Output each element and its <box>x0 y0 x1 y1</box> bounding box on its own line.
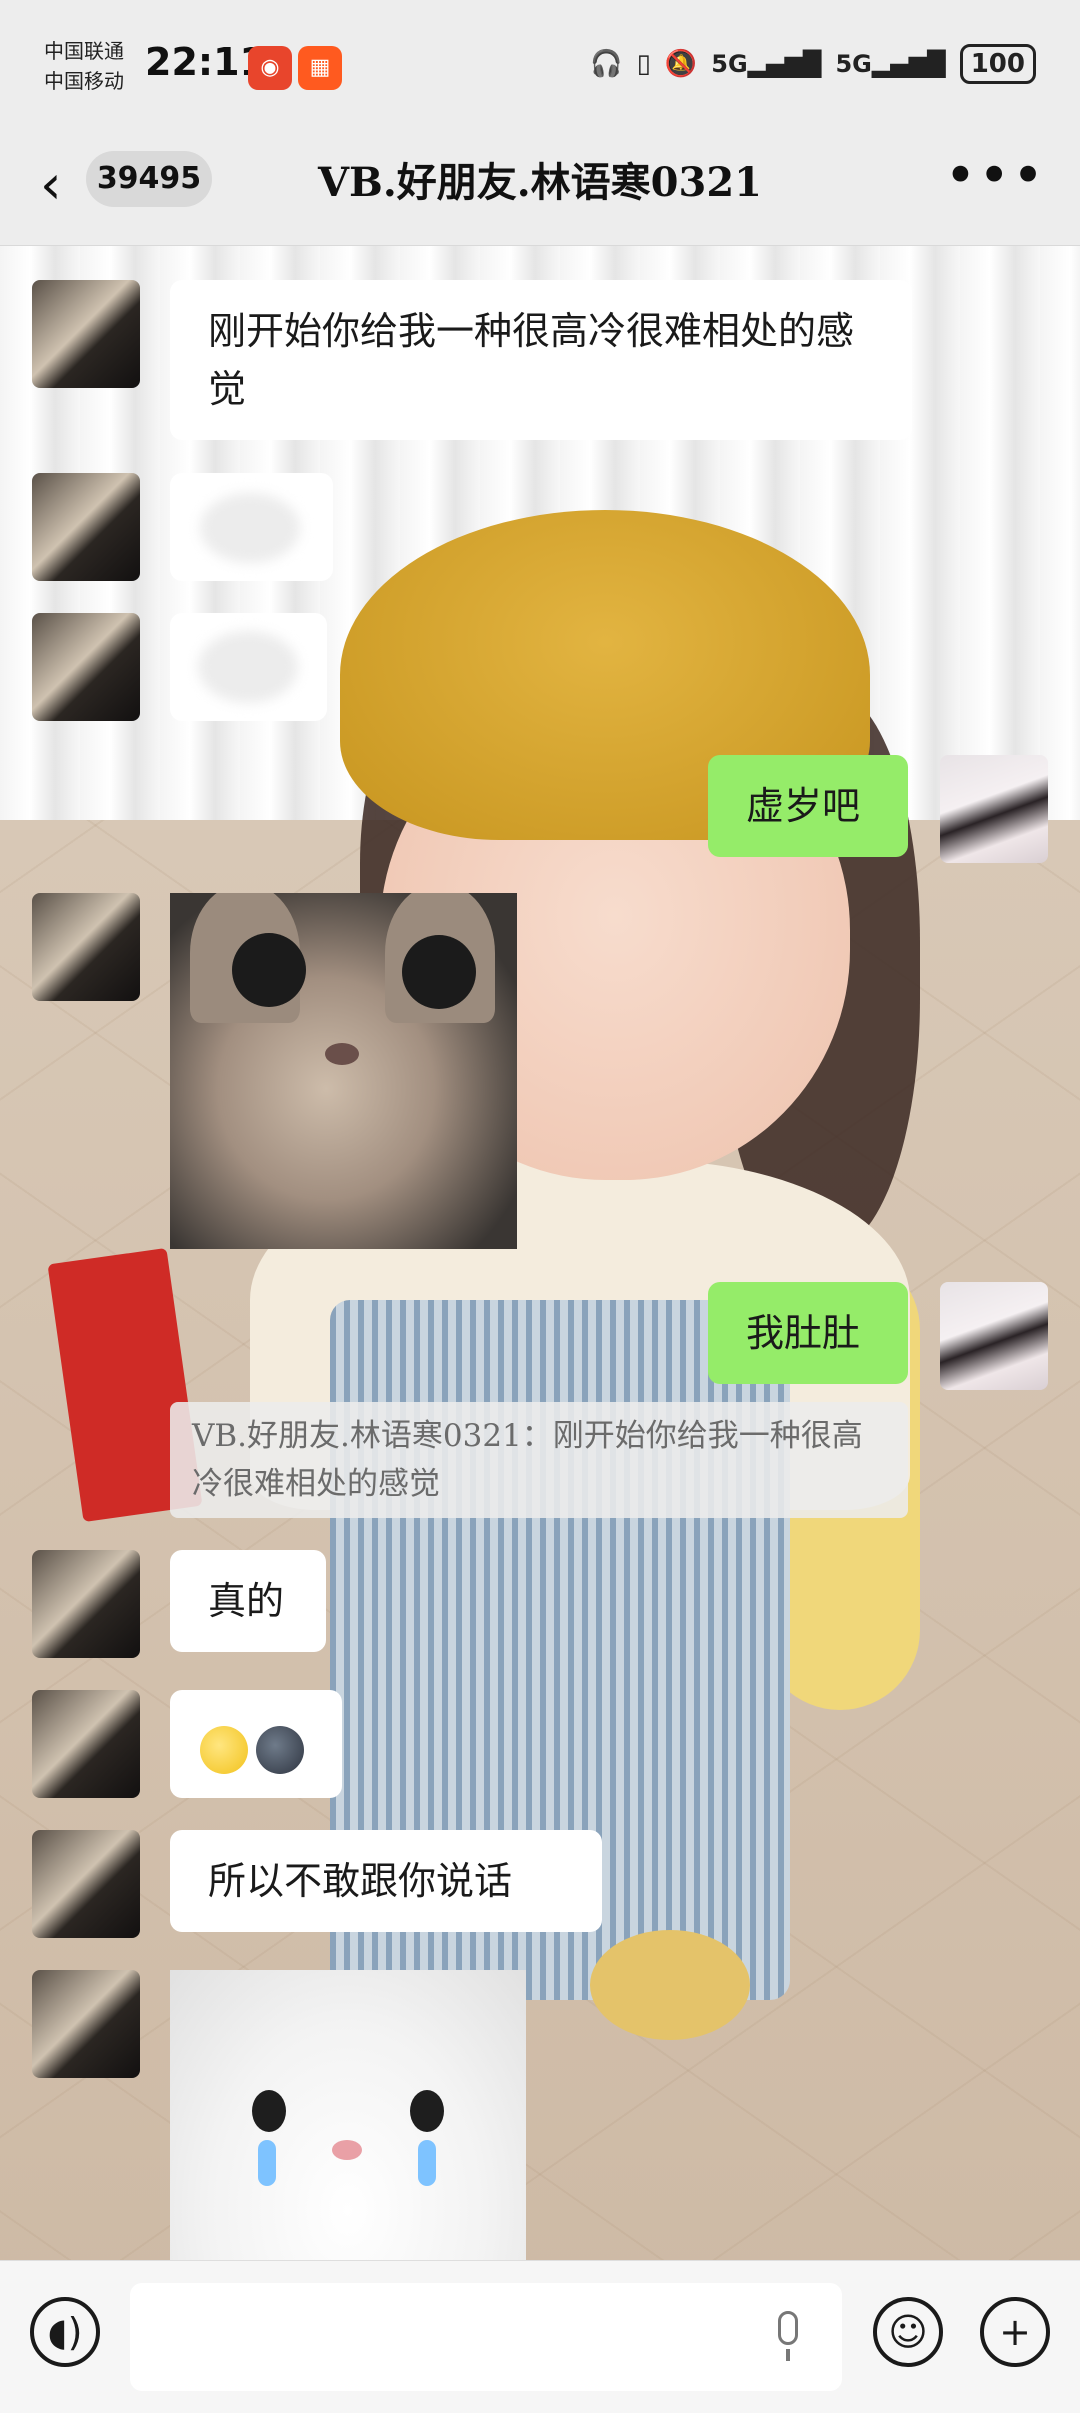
vibrate-icon: ▯ <box>636 49 651 79</box>
my-avatar[interactable] <box>940 755 1048 863</box>
message-list[interactable]: 刚开始你给我一种很高冷很难相处的感觉 虚岁吧 我肚肚 VB.好朋友.林语寒032… <box>0 245 1080 2260</box>
cat-photo-message[interactable] <box>170 893 517 1249</box>
unread-count-badge[interactable]: 39495 <box>86 151 212 207</box>
message-text: 虚岁吧 <box>746 784 861 828</box>
more-options-icon[interactable]: ••• <box>944 144 1046 207</box>
message-bubble-sent[interactable]: 虚岁吧 <box>708 755 908 857</box>
app-notification-icon: ▦ <box>298 46 342 90</box>
full-moon-face-icon <box>200 1725 248 1774</box>
message-bubble-received[interactable]: 所以不敢跟你说话 <box>170 1830 602 1932</box>
contact-avatar[interactable] <box>32 1550 140 1658</box>
quoted-reply[interactable]: VB.好朋友.林语寒0321：刚开始你给我一种很高冷很难相处的感觉 <box>170 1402 908 1518</box>
message-text: 真的 <box>208 1579 285 1623</box>
message-bubble-sent[interactable]: 我肚肚 <box>708 1282 908 1384</box>
crying-rabbit-sticker[interactable] <box>170 1970 526 2260</box>
chat-title: VB.好朋友.林语寒0321 <box>317 159 763 206</box>
contact-avatar[interactable] <box>32 1830 140 1938</box>
microphone-icon[interactable] <box>770 2311 806 2363</box>
new-moon-face-icon <box>256 1725 304 1774</box>
carrier-2: 中国移动 <box>44 69 124 93</box>
signal-2: 5G▂▄▆█ <box>835 50 946 78</box>
contact-avatar[interactable] <box>32 280 140 388</box>
message-bubble-received[interactable]: 刚开始你给我一种很高冷很难相处的感觉 <box>170 280 912 440</box>
voice-input-icon[interactable]: ◖) <box>30 2297 100 2367</box>
contact-avatar[interactable] <box>32 1690 140 1798</box>
message-bubble-received[interactable]: 真的 <box>170 1550 326 1652</box>
message-bubble-emoji[interactable] <box>170 1690 342 1798</box>
input-bar: ◖) ☺ + <box>0 2260 1080 2413</box>
message-bubble-blurred[interactable] <box>170 613 327 721</box>
carrier-names: 中国联通 中国移动 <box>44 36 124 96</box>
message-text: 刚开始你给我一种很高冷很难相处的感觉 <box>208 309 855 411</box>
message-text: 我肚肚 <box>746 1311 861 1355</box>
mute-icon: 🔕 <box>664 49 698 79</box>
signal-1: 5G▂▄▆█ <box>711 50 822 78</box>
message-text: 所以不敢跟你说话 <box>208 1859 513 1903</box>
emoji-icon[interactable]: ☺ <box>873 2297 943 2367</box>
contact-avatar[interactable] <box>32 1970 140 2078</box>
headphones-icon: 🎧 <box>590 49 623 79</box>
chat-header: ‹ 39495 VB.好朋友.林语寒0321 ••• <box>0 130 1080 246</box>
contact-avatar[interactable] <box>32 613 140 721</box>
contact-avatar[interactable] <box>32 893 140 1001</box>
message-bubble-blurred[interactable] <box>170 473 333 581</box>
contact-avatar[interactable] <box>32 473 140 581</box>
battery-indicator: 100 <box>959 44 1036 84</box>
carrier-1: 中国联通 <box>44 39 124 63</box>
my-avatar[interactable] <box>940 1282 1048 1390</box>
message-input[interactable] <box>130 2283 842 2391</box>
weibo-notification-icon: ◉ <box>248 46 292 90</box>
back-chevron-icon[interactable]: ‹ <box>40 158 62 212</box>
status-bar: 中国联通 中国移动 22:11 ◉ ▦ 🎧 ▯ 🔕 5G▂▄▆█ 5G▂▄▆█ … <box>0 0 1080 130</box>
plus-icon[interactable]: + <box>980 2297 1050 2367</box>
